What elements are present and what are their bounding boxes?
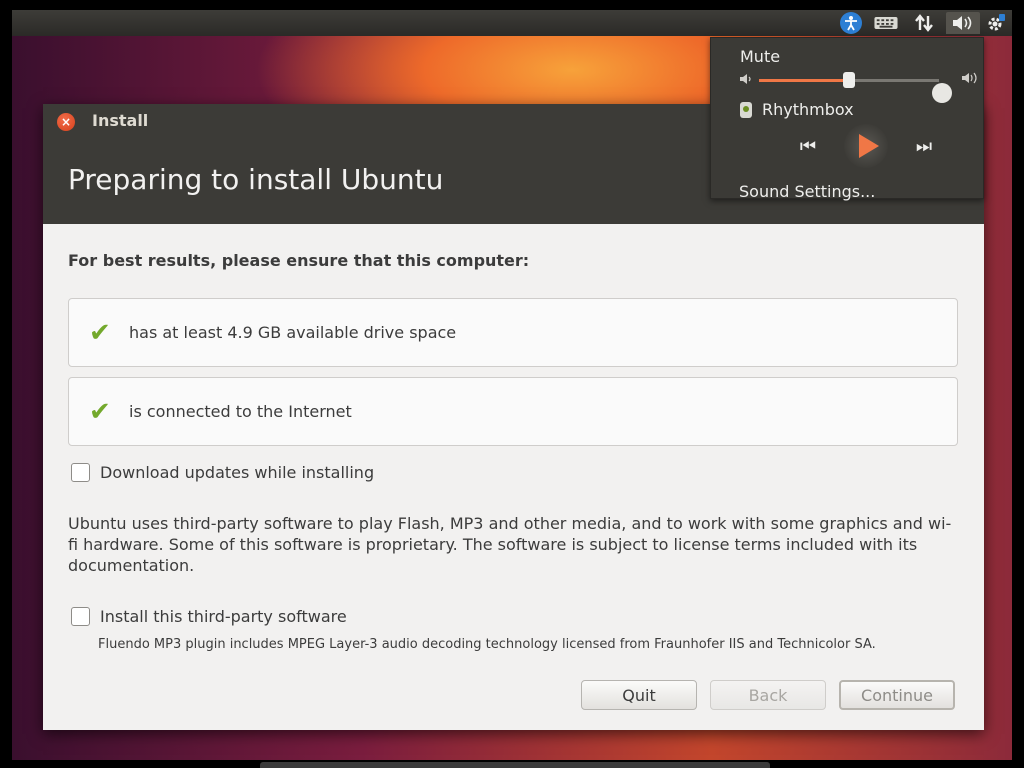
quit-button[interactable]: Quit: [581, 680, 697, 710]
rhythmbox-item[interactable]: Rhythmbox: [740, 100, 854, 119]
download-updates-label: Download updates while installing: [100, 463, 375, 482]
bottom-strip: [260, 762, 770, 768]
volume-fill: [759, 79, 849, 82]
network-icon[interactable]: [912, 12, 936, 34]
requirement-drive-space: ✔ has at least 4.9 GB available drive sp…: [68, 298, 958, 367]
settings-gear-icon[interactable]: [984, 12, 1008, 34]
checkmark-icon: ✔: [89, 317, 111, 348]
volume-low-icon: [740, 74, 751, 84]
continue-button[interactable]: Continue: [839, 680, 955, 710]
fluendo-note: Fluendo MP3 plugin includes MPEG Layer-3…: [98, 637, 876, 652]
volume-knob[interactable]: [843, 72, 855, 88]
requirement-internet: ✔ is connected to the Internet: [68, 377, 958, 446]
sound-menu: Mute Rhythmbox ⏮ ⏭ Sound Settings...: [710, 37, 984, 201]
download-updates-option[interactable]: Download updates while installing: [71, 463, 374, 482]
accessibility-icon[interactable]: [839, 12, 863, 34]
next-track-icon[interactable]: ⏭: [907, 136, 941, 157]
page-title: Preparing to install Ubuntu: [68, 163, 444, 196]
checkmark-icon: ✔: [89, 396, 111, 427]
close-icon[interactable]: ×: [57, 113, 75, 131]
requirement-text: is connected to the Internet: [129, 402, 352, 421]
top-panel: [12, 10, 1012, 36]
third-party-checkbox[interactable]: [71, 607, 90, 626]
cursor-indicator: [932, 83, 952, 103]
play-icon: [858, 134, 879, 158]
window-title: Install: [92, 111, 149, 130]
play-button[interactable]: [844, 124, 888, 168]
volume-high-icon: [962, 72, 977, 84]
previous-track-icon[interactable]: ⏮: [791, 136, 825, 157]
requirement-text: has at least 4.9 GB available drive spac…: [129, 323, 457, 342]
third-party-option[interactable]: Install this third-party software: [71, 607, 347, 626]
rhythmbox-icon: [740, 101, 752, 118]
sound-settings-item[interactable]: Sound Settings...: [739, 182, 875, 201]
third-party-description: Ubuntu uses third-party software to play…: [68, 514, 952, 575]
back-button[interactable]: Back: [710, 680, 826, 710]
keyboard-icon[interactable]: [874, 12, 898, 34]
download-updates-checkbox[interactable]: [71, 463, 90, 482]
media-controls: ⏮ ⏭: [791, 123, 941, 169]
desktop: × Install Preparing to install Ubuntu Fo…: [12, 10, 1012, 760]
player-name: Rhythmbox: [762, 100, 854, 119]
requirements-lead: For best results, please ensure that thi…: [68, 251, 530, 270]
mute-menu-item[interactable]: Mute: [740, 47, 780, 66]
third-party-label: Install this third-party software: [100, 607, 347, 626]
window-content: For best results, please ensure that thi…: [43, 224, 984, 730]
volume-icon[interactable]: [946, 12, 980, 34]
